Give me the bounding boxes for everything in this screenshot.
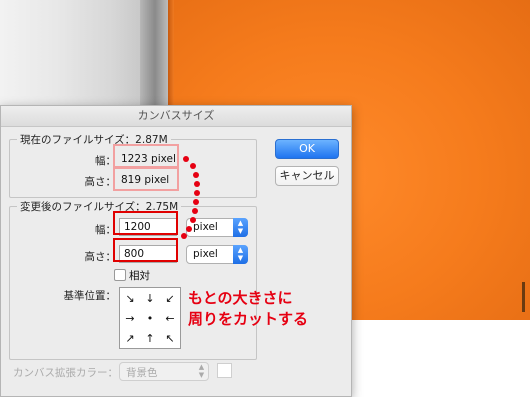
connector-dot bbox=[192, 208, 198, 214]
anchor-arrow-icon[interactable]: ↗ bbox=[120, 328, 140, 348]
connector-dot bbox=[190, 163, 196, 169]
extension-color-select[interactable]: 背景色 ▲ ▼ bbox=[119, 362, 209, 381]
connector-dot bbox=[194, 181, 200, 187]
chevron-updown-icon: ▲ ▼ bbox=[233, 245, 248, 264]
current-width-label: 幅： bbox=[95, 155, 116, 167]
anchor-grid: ↘ ↓ ↙ → • ← ↗ ↑ ↖ bbox=[119, 287, 181, 349]
anchor-center-icon[interactable]: • bbox=[140, 308, 160, 328]
ok-button[interactable]: OK bbox=[275, 139, 339, 159]
current-width-highlight bbox=[113, 144, 179, 168]
anchor-arrow-icon[interactable]: ↘ bbox=[120, 288, 140, 308]
new-width-highlight bbox=[113, 211, 178, 235]
height-unit-value: pixel bbox=[193, 248, 218, 260]
anchor-label: 基準位置： bbox=[63, 290, 117, 302]
annotation-text: もとの大きさに 周りをカットする bbox=[188, 288, 308, 330]
dialog-title: カンバスサイズ bbox=[1, 106, 351, 127]
connector-dot bbox=[190, 217, 196, 223]
connector-dot bbox=[193, 172, 199, 178]
height-unit-select[interactable]: pixel ▲ ▼ bbox=[186, 245, 248, 264]
new-height-highlight bbox=[113, 238, 178, 262]
connector-dot bbox=[194, 190, 200, 196]
anchor-arrow-icon[interactable]: ↑ bbox=[140, 328, 160, 348]
anchor-arrow-icon[interactable]: ↓ bbox=[140, 288, 160, 308]
anchor-arrow-icon[interactable]: ← bbox=[160, 308, 180, 328]
extension-color-label: カンバス拡張カラー： bbox=[13, 367, 118, 379]
relative-label: 相対 bbox=[129, 270, 150, 282]
width-unit-value: pixel bbox=[193, 221, 218, 233]
anchor-arrow-icon[interactable]: ↖ bbox=[160, 328, 180, 348]
annotation-line1: もとの大きさに bbox=[188, 289, 293, 307]
relative-checkbox[interactable] bbox=[114, 269, 126, 281]
photo-door-handle bbox=[522, 282, 525, 312]
current-height-label: 高さ： bbox=[84, 176, 117, 188]
connector-dot bbox=[183, 156, 189, 162]
anchor-arrow-icon[interactable]: → bbox=[120, 308, 140, 328]
chevron-updown-icon: ▲ ▼ bbox=[233, 218, 248, 237]
connector-dot bbox=[181, 233, 187, 239]
cancel-button[interactable]: キャンセル bbox=[275, 166, 339, 186]
extension-color-swatch[interactable] bbox=[217, 363, 232, 378]
new-width-label: 幅： bbox=[95, 224, 116, 236]
annotation-line2: 周りをカットする bbox=[188, 310, 309, 328]
chevron-updown-icon: ▲ ▼ bbox=[198, 363, 205, 379]
current-height-highlight bbox=[113, 167, 179, 191]
new-height-label: 高さ： bbox=[84, 251, 117, 263]
connector-dot bbox=[193, 199, 199, 205]
connector-dot bbox=[186, 226, 192, 232]
extension-color-value: 背景色 bbox=[126, 367, 158, 379]
anchor-arrow-icon[interactable]: ↙ bbox=[160, 288, 180, 308]
